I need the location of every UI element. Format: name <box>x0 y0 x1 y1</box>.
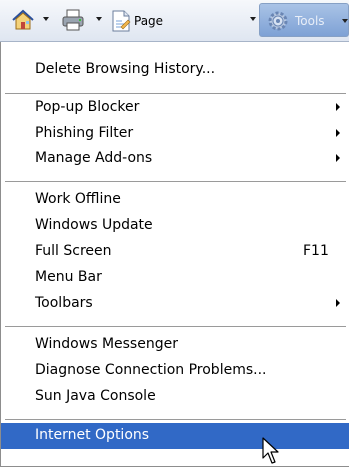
page-dropdown-arrow[interactable] <box>250 17 256 21</box>
menu-item-label: Delete Browsing History... <box>35 61 216 77</box>
menu-item-sun-java-console[interactable]: Sun Java Console <box>1 384 349 410</box>
menu-item-popup-blocker[interactable]: Pop-up Blocker <box>1 95 349 121</box>
menu-item-label: Sun Java Console <box>35 388 156 404</box>
gear-icon <box>268 11 288 31</box>
tools-button[interactable]: Tools <box>259 3 349 37</box>
menu-item-toolbars[interactable]: Toolbars <box>1 291 349 317</box>
print-dropdown-arrow[interactable] <box>96 17 102 21</box>
mouse-pointer-icon <box>262 437 279 464</box>
menu-item-label: Windows Messenger <box>35 336 178 352</box>
page-button[interactable]: Page <box>110 0 256 41</box>
menu-item-work-offline[interactable]: Work Offline <box>1 187 349 213</box>
command-bar: Page Tools <box>0 0 349 42</box>
menu-item-label: Internet Options <box>35 427 150 443</box>
submenu-arrow-icon <box>336 299 340 307</box>
menu-item-phishing-filter[interactable]: Phishing Filter <box>1 121 349 147</box>
shortcut-label: F11 <box>303 243 329 259</box>
menu-item-full-screen[interactable]: Full Screen F11 <box>1 239 349 265</box>
menu-item-label: Toolbars <box>35 295 93 311</box>
tools-label: Tools <box>295 14 325 28</box>
menu-separator <box>5 419 346 421</box>
menu-item-label: Manage Add-ons <box>35 150 153 166</box>
menu-item-menu-bar[interactable]: Menu Bar <box>1 265 349 291</box>
menu-separator <box>5 181 346 183</box>
menu-item-diagnose-connection-problems[interactable]: Diagnose Connection Problems... <box>1 358 349 384</box>
menu-item-label: Pop-up Blocker <box>35 99 140 115</box>
menu-item-internet-options[interactable]: Internet Options <box>1 423 349 449</box>
home-dropdown-arrow[interactable] <box>43 17 49 21</box>
menu-item-label: Phishing Filter <box>35 125 134 141</box>
page-label: Page <box>134 14 164 28</box>
menu-item-label: Windows Update <box>35 217 153 233</box>
home-button[interactable] <box>6 0 50 41</box>
page-icon <box>112 10 131 32</box>
tools-menu: Delete Browsing History... Pop-up Blocke… <box>0 42 349 467</box>
menu-item-label: Menu Bar <box>35 269 102 285</box>
print-button[interactable] <box>58 0 102 41</box>
print-icon <box>62 9 84 31</box>
menu-item-label: Diagnose Connection Problems... <box>35 362 267 378</box>
submenu-arrow-icon <box>336 154 340 162</box>
menu-item-windows-update[interactable]: Windows Update <box>1 213 349 239</box>
menu-item-windows-messenger[interactable]: Windows Messenger <box>1 332 349 358</box>
menu-item-manage-add-ons[interactable]: Manage Add-ons <box>1 146 349 172</box>
submenu-arrow-icon <box>336 103 340 111</box>
menu-item-label: Work Offline <box>35 191 121 207</box>
menu-separator <box>5 326 346 328</box>
tools-dropdown-arrow[interactable] <box>342 19 348 23</box>
menu-item-label: Full Screen <box>35 243 112 259</box>
home-icon <box>12 9 34 30</box>
menu-item-delete-browsing-history[interactable]: Delete Browsing History... <box>1 57 349 83</box>
submenu-arrow-icon <box>336 129 340 137</box>
